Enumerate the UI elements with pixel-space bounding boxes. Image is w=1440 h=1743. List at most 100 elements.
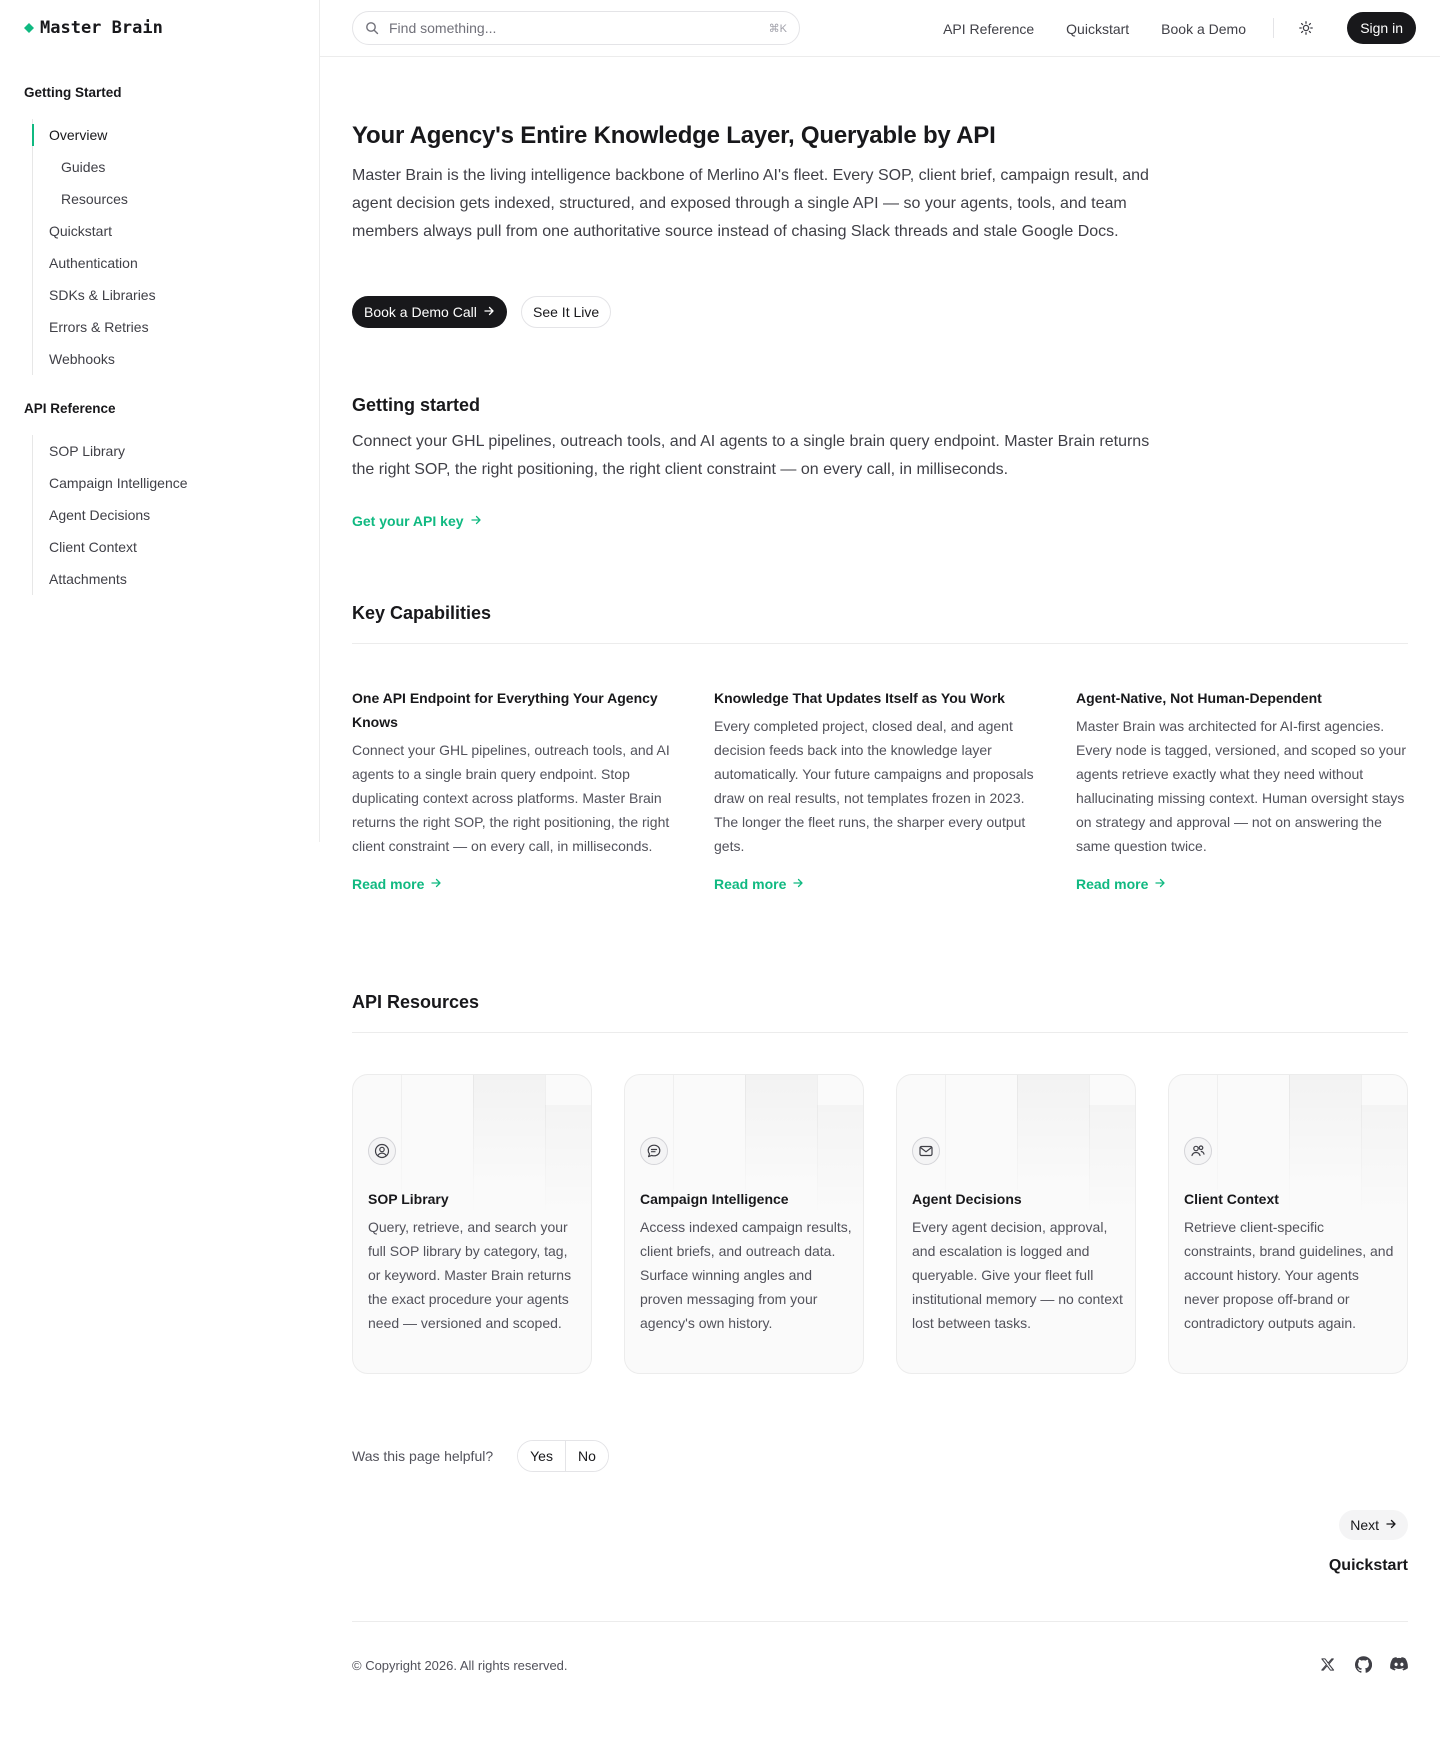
card-body: Every agent decision, approval, and esca… xyxy=(912,1219,1123,1331)
feedback-label: Was this page helpful? xyxy=(352,1448,494,1464)
resource-card-sop-library[interactable]: SOP Library Query, retrieve, and search … xyxy=(352,1074,592,1374)
user-circle-icon xyxy=(368,1137,396,1165)
social-links xyxy=(1318,1655,1408,1673)
get-api-key-link[interactable]: Get your API key xyxy=(352,513,482,529)
feedback-yes-button[interactable]: Yes xyxy=(518,1441,565,1471)
divider xyxy=(352,1032,1408,1033)
capability-title: One API Endpoint for Everything Your Age… xyxy=(352,690,658,730)
arrow-right-icon xyxy=(470,513,482,529)
resource-card-campaign-intelligence[interactable]: Campaign Intelligence Access indexed cam… xyxy=(624,1074,864,1374)
search-icon xyxy=(365,21,379,35)
sidebar-item-campaign-intelligence[interactable]: Campaign Intelligence xyxy=(33,467,296,499)
link-label: Get your API key xyxy=(352,513,464,529)
sidebar-item-overview[interactable]: Overview xyxy=(33,119,296,151)
card-pattern xyxy=(1089,1105,1135,1215)
resource-card-client-context[interactable]: Client Context Retrieve client-specific … xyxy=(1168,1074,1408,1374)
nav-link-book-demo[interactable]: Book a Demo xyxy=(1161,21,1246,37)
capability-body: Every completed project, closed deal, an… xyxy=(714,718,1034,854)
diamond-logo-icon xyxy=(24,23,34,33)
sidebar-item-client-context[interactable]: Client Context xyxy=(33,531,296,563)
link-label: Read more xyxy=(352,876,425,892)
section-heading-getting-started: Getting started xyxy=(352,395,481,415)
book-demo-call-button[interactable]: Book a Demo Call xyxy=(352,296,507,328)
card-pattern xyxy=(817,1105,863,1215)
x-icon[interactable] xyxy=(1318,1655,1336,1673)
nav-group-getting-started: Getting Started Overview Guides Resource… xyxy=(24,83,297,375)
feedback-buttons: Yes No xyxy=(517,1440,609,1472)
section-heading-capabilities: Key Capabilities xyxy=(352,603,492,623)
divider xyxy=(352,643,1408,644)
nav-list: Overview Guides Resources Quickstart Aut… xyxy=(25,119,297,375)
logo[interactable]: Master Brain xyxy=(24,18,163,38)
sidebar-item-authentication[interactable]: Authentication xyxy=(33,247,296,279)
capability-card: Agent-Native, Not Human-Dependent Master… xyxy=(1076,686,1410,892)
sidebar-item-quickstart[interactable]: Quickstart xyxy=(33,215,296,247)
nav-list: SOP Library Campaign Intelligence Agent … xyxy=(32,435,296,595)
capability-title: Knowledge That Updates Itself as You Wor… xyxy=(714,690,1005,706)
resource-card-agent-decisions[interactable]: Agent Decisions Every agent decision, ap… xyxy=(896,1074,1136,1374)
button-label: Book a Demo Call xyxy=(364,304,477,320)
section-heading-api-resources: API Resources xyxy=(352,992,480,1012)
arrow-right-icon xyxy=(792,876,804,892)
card-pattern xyxy=(473,1075,545,1185)
active-indicator xyxy=(32,124,34,146)
sidebar-item-resources[interactable]: Resources xyxy=(33,183,296,215)
discord-icon[interactable] xyxy=(1390,1655,1408,1673)
sidebar-item-attachments[interactable]: Attachments xyxy=(33,563,296,595)
link-label: Read more xyxy=(1076,876,1149,892)
sidebar-item-errors[interactable]: Errors & Retries xyxy=(33,311,296,343)
chat-bubble-icon xyxy=(640,1137,668,1165)
search-shortcut: ⌘K xyxy=(768,22,787,35)
card-title: SOP Library xyxy=(368,1191,449,1207)
sign-in-button[interactable]: Sign in xyxy=(1347,12,1416,44)
nav-link-api-reference[interactable]: API Reference xyxy=(943,21,1034,37)
top-nav: API Reference Quickstart Book a Demo xyxy=(943,0,1246,57)
read-more-link[interactable]: Read more xyxy=(714,876,1048,892)
capability-card: One API Endpoint for Everything Your Age… xyxy=(352,686,686,892)
feedback-widget: Was this page helpful? Yes No xyxy=(352,1440,609,1472)
sidebar-item-sdks[interactable]: SDKs & Libraries xyxy=(33,279,296,311)
capability-card: Knowledge That Updates Itself as You Wor… xyxy=(714,686,1048,892)
top-bar: Find something... ⌘K API Reference Quick… xyxy=(320,0,1440,57)
card-body: Retrieve client-specific constraints, br… xyxy=(1184,1219,1394,1331)
search-placeholder: Find something... xyxy=(389,20,497,36)
card-pattern xyxy=(545,1105,591,1215)
github-icon[interactable] xyxy=(1354,1655,1372,1673)
capability-title: Agent-Native, Not Human-Dependent xyxy=(1076,690,1322,706)
card-body: Access indexed campaign results, client … xyxy=(640,1219,852,1331)
see-it-live-button[interactable]: See It Live xyxy=(521,296,612,328)
users-icon xyxy=(1184,1137,1212,1165)
sun-icon[interactable] xyxy=(1296,18,1316,38)
sidebar-item-sop-library[interactable]: SOP Library xyxy=(33,435,296,467)
page-title: Your Agency's Entire Knowledge Layer, Qu… xyxy=(352,122,996,149)
sidebar-item-agent-decisions[interactable]: Agent Decisions xyxy=(33,499,296,531)
card-pattern xyxy=(1017,1075,1089,1185)
header-divider xyxy=(1273,18,1274,38)
arrow-right-icon xyxy=(430,876,442,892)
arrow-right-icon xyxy=(1154,876,1166,892)
copyright: © Copyright 2026. All rights reserved. xyxy=(352,1658,568,1673)
nav-link-quickstart[interactable]: Quickstart xyxy=(1066,21,1129,37)
sidebar-item-webhooks[interactable]: Webhooks xyxy=(33,343,296,375)
capability-body: Connect your GHL pipelines, outreach too… xyxy=(352,742,670,854)
card-pattern xyxy=(745,1075,817,1185)
nav-group-api-reference: API Reference SOP Library Campaign Intel… xyxy=(24,399,296,595)
nav-group-title: API Reference xyxy=(24,401,116,416)
card-body: Query, retrieve, and search your full SO… xyxy=(368,1219,572,1331)
card-title: Agent Decisions xyxy=(912,1191,1022,1207)
sidebar-item-guides[interactable]: Guides xyxy=(33,151,296,183)
next-page-title[interactable]: Quickstart xyxy=(1329,1557,1408,1575)
card-title: Campaign Intelligence xyxy=(640,1191,789,1207)
brand-name: Master Brain xyxy=(40,18,163,38)
feedback-no-button[interactable]: No xyxy=(564,1441,608,1471)
next-page-button[interactable]: Next xyxy=(1339,1510,1408,1540)
capability-body: Master Brain was architected for AI-firs… xyxy=(1076,718,1406,854)
envelope-icon xyxy=(912,1137,940,1165)
link-label: Read more xyxy=(714,876,787,892)
sidebar: Master Brain Getting Started Overview Gu… xyxy=(0,0,320,842)
search-input[interactable]: Find something... ⌘K xyxy=(352,11,800,45)
read-more-link[interactable]: Read more xyxy=(1076,876,1410,892)
card-pattern xyxy=(1361,1105,1407,1215)
button-label: Next xyxy=(1350,1517,1379,1533)
read-more-link[interactable]: Read more xyxy=(352,876,686,892)
